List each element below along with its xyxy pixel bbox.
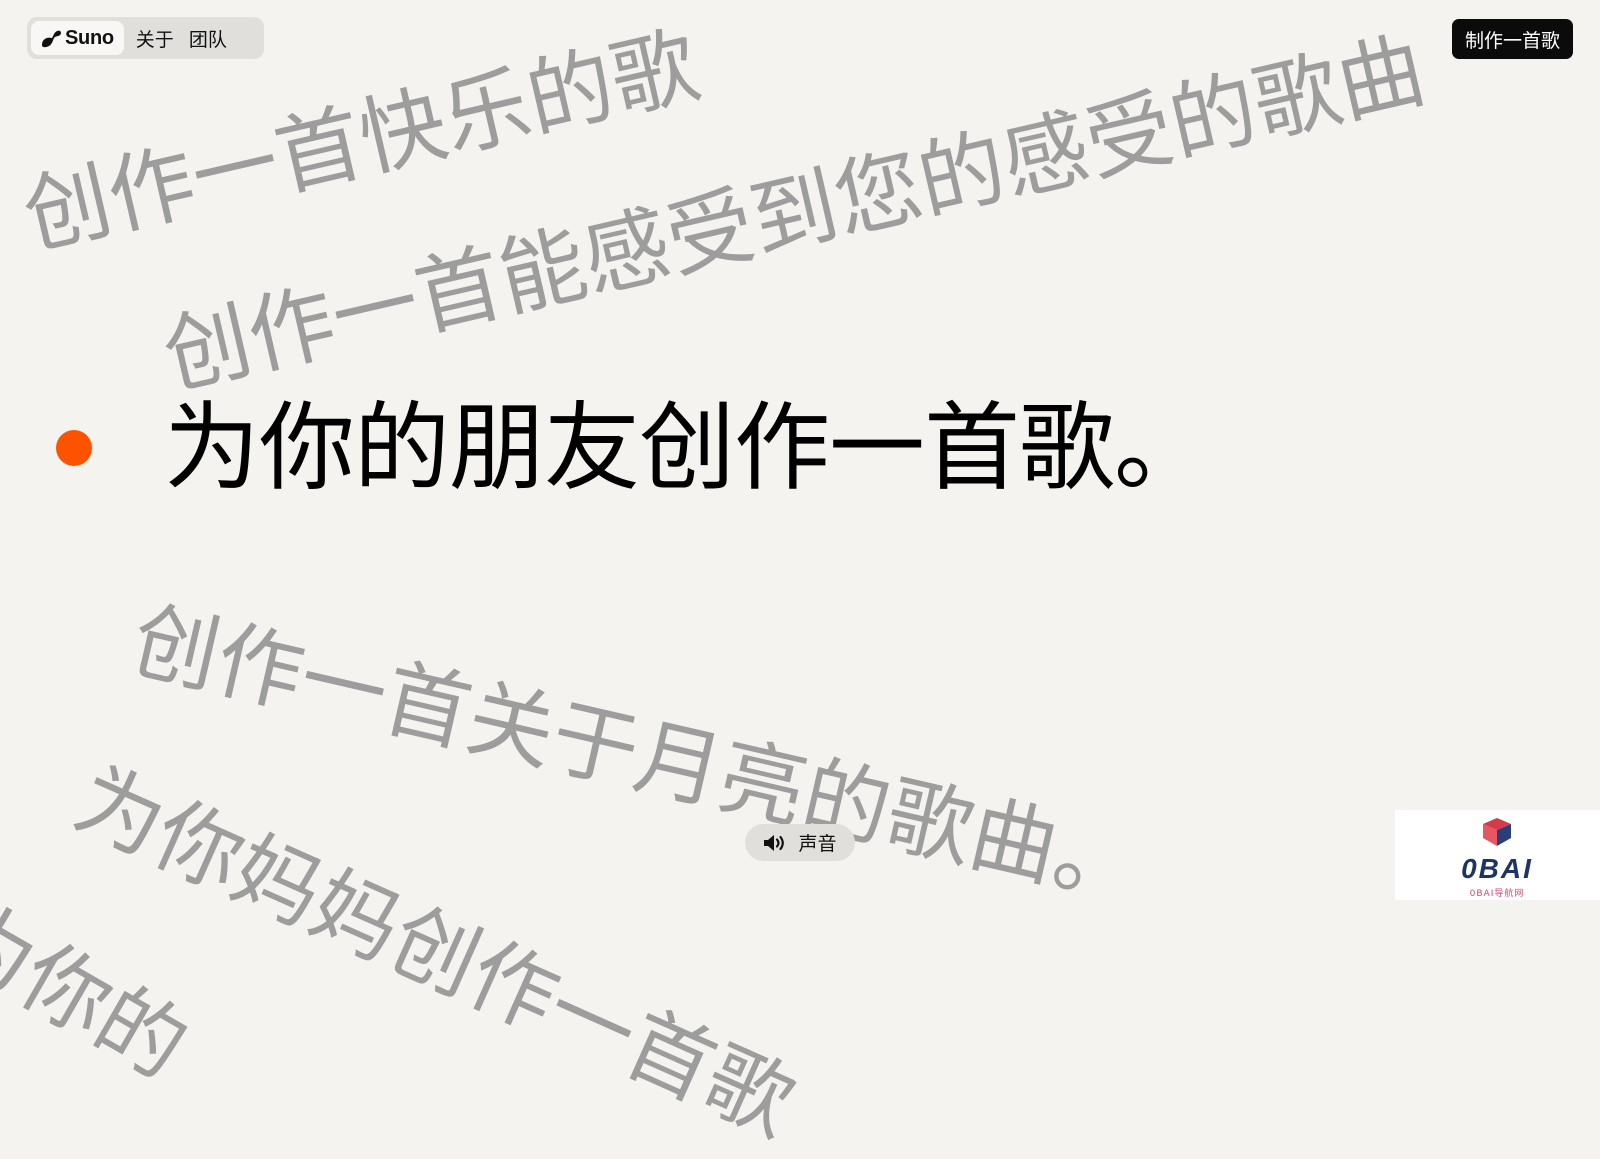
background-phrase: 为你的 — [0, 883, 203, 1099]
sound-label: 声音 — [798, 834, 837, 855]
watermark-subtext: 0BAI导航网 — [1469, 889, 1525, 899]
nav-link-about[interactable]: 关于 — [124, 25, 183, 52]
logo-text: Suno — [65, 26, 114, 49]
make-song-button[interactable]: 制作一首歌 — [1451, 19, 1573, 59]
cube-logo-icon — [1483, 818, 1511, 846]
hero-line: 为你的朋友创作一首歌。 — [56, 392, 1210, 504]
accent-dot — [56, 430, 92, 466]
top-nav: Suno 关于 团队 — [27, 17, 264, 59]
nav-link-team[interactable]: 团队 — [183, 25, 236, 52]
sound-toggle-button[interactable]: 声音 — [745, 824, 855, 861]
hero-text: 为你的朋友创作一首歌。 — [164, 392, 1210, 504]
background-phrase: 创作一首能感受到您的感受的歌曲 — [154, 20, 1435, 408]
speaker-icon — [763, 834, 789, 852]
watermark: 0BAI 0BAI导航网 — [1395, 810, 1600, 900]
suno-logo-button[interactable]: Suno — [31, 21, 124, 55]
suno-wave-icon — [40, 27, 62, 49]
watermark-text: 0BAI — [1461, 853, 1533, 884]
